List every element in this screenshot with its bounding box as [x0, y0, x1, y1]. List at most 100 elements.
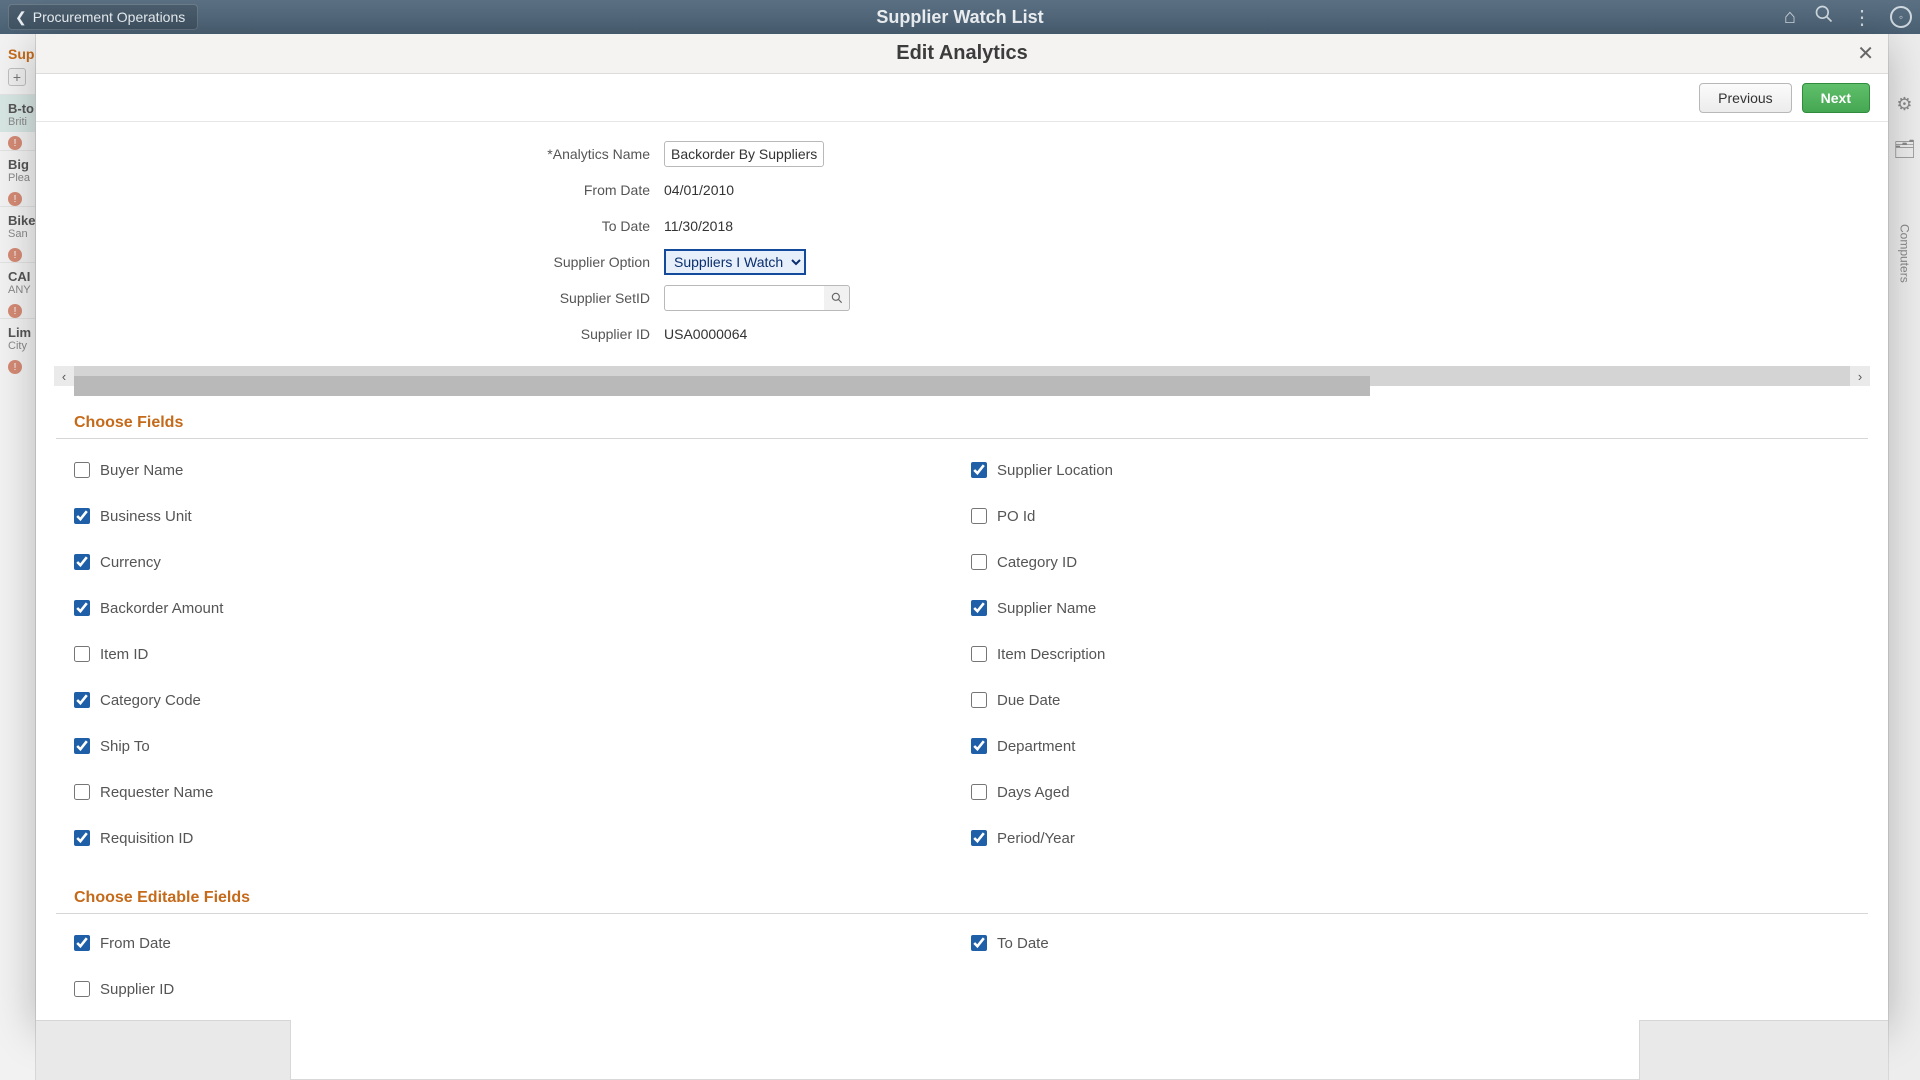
content-panel-behind — [290, 1020, 1640, 1080]
field-checkbox-row: Period/Year — [971, 815, 1868, 861]
field-label[interactable]: Buyer Name — [100, 462, 183, 479]
sidebar-item-sub: San — [8, 228, 35, 240]
field-checkbox-row: Item Description — [971, 631, 1868, 677]
sidebar-item[interactable]: BigPlea — [0, 150, 35, 188]
field-label[interactable]: Requester Name — [100, 784, 213, 801]
to-date-value: 11/30/2018 — [664, 218, 733, 234]
field-label[interactable]: Supplier Location — [997, 462, 1113, 479]
home-icon[interactable]: ⌂ — [1784, 6, 1796, 29]
sidebar-item[interactable]: B-toBriti — [0, 94, 35, 132]
scroll-thumb[interactable] — [74, 376, 1370, 396]
analytics-name-input[interactable] — [664, 141, 824, 167]
field-checkbox[interactable] — [74, 462, 90, 478]
field-checkbox-row: Currency — [74, 539, 971, 585]
field-label[interactable]: Department — [997, 738, 1075, 755]
field-checkbox-row: Requisition ID — [74, 815, 971, 861]
field-label[interactable]: Supplier Name — [997, 600, 1096, 617]
choose-editable-title: Choose Editable Fields — [74, 889, 1888, 907]
sidebar-item-name: B-to — [8, 101, 35, 116]
field-label[interactable]: Days Aged — [997, 784, 1070, 801]
field-checkbox[interactable] — [971, 738, 987, 754]
page-title: Supplier Watch List — [876, 7, 1043, 28]
field-checkbox[interactable] — [74, 508, 90, 524]
field-label[interactable]: Item Description — [997, 646, 1105, 663]
field-checkbox[interactable] — [74, 554, 90, 570]
search-icon[interactable] — [1814, 4, 1834, 30]
folder-icon[interactable]: 🗂 — [1893, 139, 1916, 160]
sidebar-item[interactable]: BikeSan — [0, 206, 35, 244]
sidebar-item-sub: Briti — [8, 116, 35, 128]
horizontal-scrollbar[interactable]: ‹ › — [54, 366, 1870, 386]
field-label[interactable]: Ship To — [100, 738, 150, 755]
sidebar-item-sub: City — [8, 340, 35, 352]
scroll-right-icon[interactable]: › — [1850, 366, 1870, 386]
field-checkbox-row: To Date — [971, 920, 1868, 966]
supplier-setid-label: Supplier SetID — [54, 290, 664, 306]
left-panel-header: Sup — [0, 46, 35, 62]
field-label[interactable]: To Date — [997, 935, 1049, 952]
right-rail-label: Computers — [1898, 224, 1912, 283]
close-icon[interactable]: ✕ — [1857, 41, 1874, 66]
field-checkbox[interactable] — [74, 738, 90, 754]
field-checkbox[interactable] — [971, 554, 987, 570]
field-checkbox[interactable] — [971, 508, 987, 524]
field-checkbox[interactable] — [971, 646, 987, 662]
field-label[interactable]: Category Code — [100, 692, 201, 709]
field-checkbox[interactable] — [74, 935, 90, 951]
field-label[interactable]: Business Unit — [100, 508, 192, 525]
alert-badge-icon: ! — [8, 248, 22, 262]
field-label[interactable]: Item ID — [100, 646, 148, 663]
field-label[interactable]: Category ID — [997, 554, 1077, 571]
field-label[interactable]: PO Id — [997, 508, 1035, 525]
field-label[interactable]: Currency — [100, 554, 161, 571]
form-area: *Analytics Name From Date 04/01/2010 To … — [36, 122, 1888, 356]
alert-badge-icon: ! — [8, 304, 22, 318]
edit-analytics-modal: Edit Analytics ✕ Previous Next *Analytic… — [36, 34, 1888, 1020]
field-checkbox[interactable] — [74, 830, 90, 846]
previous-button[interactable]: Previous — [1699, 83, 1791, 113]
field-checkbox[interactable] — [971, 600, 987, 616]
field-checkbox[interactable] — [971, 935, 987, 951]
field-label[interactable]: Period/Year — [997, 830, 1075, 847]
add-icon[interactable]: + — [8, 68, 26, 86]
field-checkbox[interactable] — [74, 784, 90, 800]
gear-icon[interactable]: ⚙ — [1896, 94, 1912, 115]
field-checkbox[interactable] — [74, 692, 90, 708]
lookup-button[interactable] — [824, 285, 850, 311]
field-checkbox-row: Category ID — [971, 539, 1868, 585]
field-checkbox[interactable] — [971, 830, 987, 846]
field-checkbox[interactable] — [971, 692, 987, 708]
field-checkbox-row: Supplier ID — [74, 966, 971, 1012]
field-label[interactable]: Backorder Amount — [100, 600, 223, 617]
compass-icon[interactable]: ◦ — [1890, 6, 1912, 28]
next-button[interactable]: Next — [1802, 83, 1870, 113]
field-checkbox[interactable] — [74, 646, 90, 662]
back-button[interactable]: ❮ Procurement Operations — [8, 4, 198, 30]
field-checkbox-row: Business Unit — [74, 493, 971, 539]
field-checkbox-row: PO Id — [971, 493, 1868, 539]
sidebar-item[interactable]: CAIANY — [0, 262, 35, 300]
field-checkbox[interactable] — [971, 462, 987, 478]
field-label[interactable]: From Date — [100, 935, 171, 952]
field-checkbox-row: Supplier Location — [971, 447, 1868, 493]
left-panel-peek: Sup + B-toBriti!BigPlea!BikeSan!CAIANY!L… — [0, 34, 36, 1080]
sidebar-item[interactable]: LimCity — [0, 318, 35, 356]
field-checkbox[interactable] — [971, 784, 987, 800]
field-label[interactable]: Requisition ID — [100, 830, 193, 847]
field-checkbox-row: Days Aged — [971, 769, 1868, 815]
field-checkbox[interactable] — [74, 600, 90, 616]
field-checkbox[interactable] — [74, 981, 90, 997]
field-label[interactable]: Due Date — [997, 692, 1060, 709]
supplier-setid-input[interactable] — [664, 285, 824, 311]
from-date-value: 04/01/2010 — [664, 182, 734, 198]
sidebar-item-sub: Plea — [8, 172, 35, 184]
choose-editable-grid: From Date Supplier ID To Date — [36, 914, 1888, 1012]
supplier-option-select[interactable]: Suppliers I Watch — [664, 249, 806, 275]
field-checkbox-row: Requester Name — [74, 769, 971, 815]
more-icon[interactable]: ⋮ — [1852, 5, 1872, 30]
field-label[interactable]: Supplier ID — [100, 981, 174, 998]
chevron-left-icon: ❮ — [15, 9, 27, 26]
choose-fields-grid: Buyer Name Business Unit Currency Backorder… — [36, 439, 1888, 861]
scroll-left-icon[interactable]: ‹ — [54, 366, 74, 386]
modal-header: Edit Analytics ✕ — [36, 34, 1888, 74]
